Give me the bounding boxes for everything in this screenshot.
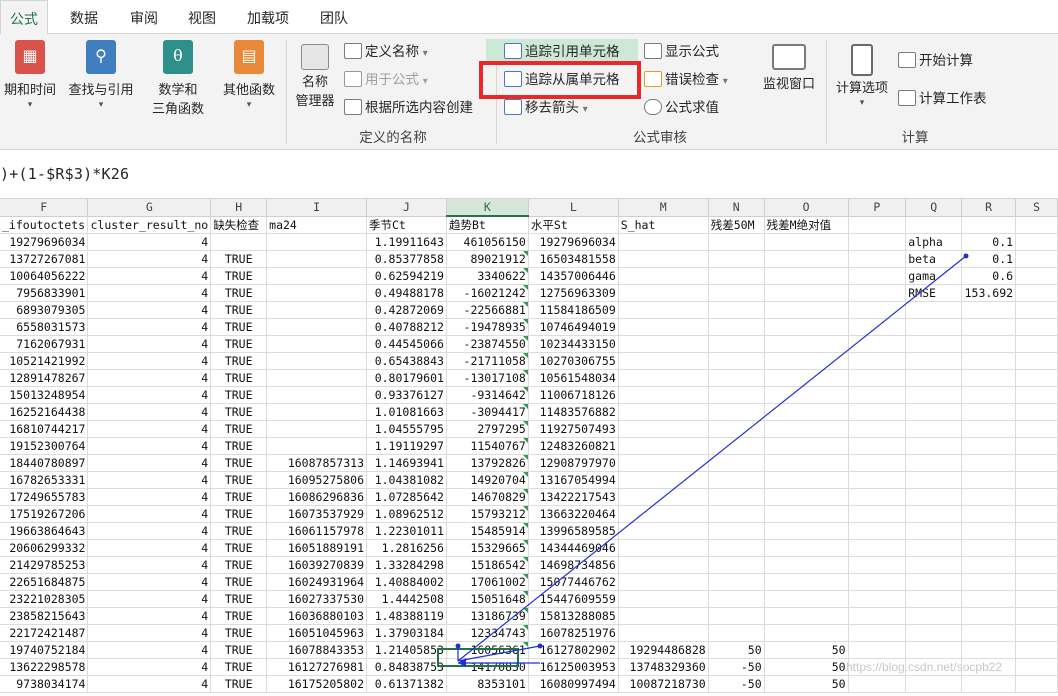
- name-tag-icon: [301, 44, 329, 70]
- chevron-down-icon: ▾: [246, 99, 252, 109]
- calc-sheet-icon: [898, 90, 916, 107]
- remove-arrows-label: 移去箭头: [525, 100, 579, 115]
- arrow-origin-dot: [963, 253, 969, 259]
- lookup-button[interactable]: ⚲ 查找与引用 ▾: [62, 40, 140, 109]
- math-label: 数学和: [158, 82, 198, 97]
- calc-now-button[interactable]: 开始计算: [898, 50, 973, 72]
- formula-bar[interactable]: )+(1-$R$3)*K26: [0, 151, 1058, 199]
- tab-formulas[interactable]: 公式: [0, 0, 48, 35]
- error-checking-label: 错误检查: [665, 72, 719, 87]
- watch-window-button[interactable]: 监视窗口: [754, 44, 824, 93]
- trace-arrows-overlay: [455, 253, 969, 667]
- remove-arrows-icon: [504, 99, 522, 116]
- trace-precedents-icon: [504, 43, 522, 60]
- calc-sheet-label: 计算工作表: [919, 91, 987, 106]
- annotation-red-box: [479, 61, 641, 99]
- calc-options-button[interactable]: 计算选项 ▾: [828, 44, 896, 107]
- fx-icon: [344, 71, 362, 88]
- remove-arrows-button[interactable]: 移去箭头 ▾: [504, 97, 588, 119]
- calendar-icon: ▦: [15, 40, 45, 74]
- watch-window-label: 监视窗口: [762, 76, 815, 91]
- create-from-selection-label: 根据所选内容创建: [365, 100, 473, 115]
- use-in-formula-label: 用于公式: [365, 72, 419, 87]
- glasses-icon: [772, 44, 806, 70]
- arrow-origin-dot: [455, 643, 461, 649]
- more-functions-icon: ▤: [234, 40, 264, 74]
- fx-circle-icon: [644, 99, 662, 116]
- calc-options-label: 计算选项: [835, 80, 888, 95]
- tab-data[interactable]: 数据: [56, 0, 112, 34]
- chevron-down-icon: ▾: [98, 99, 104, 109]
- show-formulas-label: 显示公式: [665, 44, 719, 59]
- show-formulas-icon: [644, 43, 662, 60]
- trace-precedents-button[interactable]: 追踪引用单元格: [504, 41, 620, 63]
- calc-now-label: 开始计算: [919, 53, 973, 68]
- error-checking-button[interactable]: 错误检查 ▾: [644, 69, 728, 91]
- excel-window: 公式 数据 审阅 视图 加载项 团队 ▦ 期和时间 ▾ ⚲ 查找与引用 ▾ θ …: [0, 0, 1058, 696]
- chevron-down-icon: ▾: [27, 99, 33, 109]
- chevron-down-icon: ▾: [582, 104, 588, 115]
- worksheet-grid[interactable]: FGHIJKLMNOPQRS _ifoutoctets cluster_resul…: [0, 199, 1058, 696]
- chevron-down-icon: ▾: [422, 76, 428, 87]
- define-name-icon: [344, 43, 362, 60]
- theta-book-icon: θ: [163, 40, 193, 74]
- tab-view[interactable]: 视图: [174, 0, 230, 34]
- chevron-down-icon: ▾: [422, 48, 428, 59]
- ribbon-tab-bar: 公式 数据 审阅 视图 加载项 团队: [0, 0, 1058, 35]
- define-name-label: 定义名称: [365, 44, 419, 59]
- calc-now-icon: [898, 52, 916, 69]
- tab-addins[interactable]: 加载项: [236, 0, 300, 34]
- name-manager-label: 名称: [301, 74, 328, 89]
- evaluate-formula-label: 公式求值: [665, 100, 719, 115]
- create-from-selection-icon: [344, 99, 362, 116]
- math-trig-button[interactable]: θ 数学和 三角函数: [140, 40, 216, 118]
- create-from-selection-button[interactable]: 根据所选内容创建: [344, 97, 473, 119]
- ribbon: ▦ 期和时间 ▾ ⚲ 查找与引用 ▾ θ 数学和 三角函数 ▤ 其他函数 ▾ 名…: [0, 34, 1058, 150]
- datetime-label: 期和时间: [3, 82, 56, 97]
- math-label-2: 三角函数: [151, 101, 204, 116]
- datetime-button[interactable]: ▦ 期和时间 ▾: [0, 40, 60, 109]
- group-label-defined-names: 定义的名称: [359, 130, 427, 145]
- calc-sheet-button[interactable]: 计算工作表: [898, 88, 987, 110]
- use-in-formula-button[interactable]: 用于公式 ▾: [344, 69, 428, 91]
- show-formulas-button[interactable]: 显示公式: [644, 41, 719, 63]
- group-separator: [286, 40, 287, 144]
- calculator-icon: [851, 44, 873, 76]
- chevron-down-icon: ▾: [859, 97, 865, 107]
- group-label-calc: 计算: [901, 130, 929, 145]
- warning-icon: [644, 71, 662, 88]
- tab-review[interactable]: 审阅: [116, 0, 172, 34]
- tab-team[interactable]: 团队: [304, 0, 364, 34]
- group-separator: [826, 40, 827, 144]
- trace-precedents-label: 追踪引用单元格: [525, 44, 620, 59]
- name-manager-button[interactable]: 名称 管理器: [290, 44, 340, 110]
- arrow-origin-dot: [537, 643, 543, 649]
- chevron-down-icon: ▾: [722, 76, 728, 87]
- search-book-icon: ⚲: [86, 40, 116, 74]
- more-functions-label: 其他函数: [222, 82, 275, 97]
- precedent-arrow-beta: [457, 255, 967, 662]
- watermark-text: https://blog.csdn.net/socpb22: [846, 660, 1003, 674]
- group-label-audit: 公式审核: [633, 130, 687, 145]
- define-name-button[interactable]: 定义名称 ▾: [344, 41, 428, 63]
- evaluate-formula-button[interactable]: 公式求值: [644, 97, 719, 119]
- more-functions-button[interactable]: ▤ 其他函数 ▾: [214, 40, 284, 109]
- formula-text[interactable]: )+(1-$R$3)*K26: [0, 165, 129, 183]
- lookup-label: 查找与引用: [68, 82, 134, 97]
- name-manager-label-2: 管理器: [295, 93, 335, 108]
- precedent-arrow-l25: [457, 645, 541, 662]
